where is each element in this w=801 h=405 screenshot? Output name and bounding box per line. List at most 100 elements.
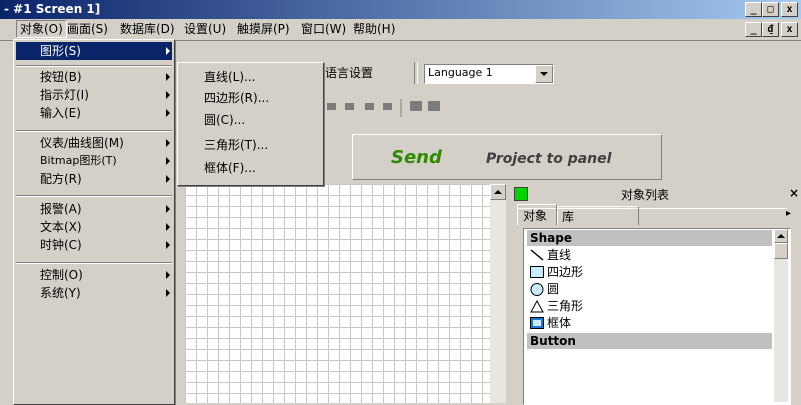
submenu-arrow-icon — [166, 47, 170, 55]
menu-separator — [16, 195, 172, 197]
shape-submenu: 直线(L)... 四边形(R)... 圆(C)... 三角形(T)... 框体(… — [177, 62, 324, 186]
menu-touchscreen[interactable]: 触摸屏(P) — [234, 21, 293, 37]
menu-item-label: 文本(X) — [40, 220, 82, 234]
send-label: Send — [391, 147, 442, 168]
list-item-rectangle[interactable]: 四边形 — [527, 264, 772, 280]
menu-item-label: 仪表/曲线图(M) — [40, 136, 124, 150]
submenu-item-label: 三角形(T)... — [204, 138, 269, 152]
list-scroll-thumb[interactable] — [774, 243, 788, 259]
title-bar: - #1 Screen 1] _ □ x — [0, 0, 801, 19]
menu-window[interactable]: 窗口(W) — [298, 21, 349, 37]
maximize-button[interactable]: □ — [762, 2, 779, 17]
tab-scroll-arrow-icon[interactable]: ▸ — [786, 208, 791, 219]
doc-close-button[interactable]: x — [781, 22, 798, 37]
list-item-frame[interactable]: 框体 — [527, 315, 772, 331]
language-select-value: Language 1 — [428, 66, 493, 79]
doc-minimize-button[interactable]: _ — [745, 22, 762, 37]
submenu-arrow-icon — [166, 289, 170, 297]
menu-object[interactable]: 对象(O) — [16, 20, 67, 38]
object-list-scrollbar[interactable] — [774, 229, 788, 402]
window-title: - #1 Screen 1] — [4, 2, 101, 16]
list-item-triangle[interactable]: 三角形 — [527, 298, 772, 314]
language-settings-label[interactable]: 语言设置 — [325, 64, 373, 82]
menu-item-label: Bitmap图形(T) — [40, 154, 117, 167]
list-item-label: 直线 — [547, 248, 572, 262]
send-to-panel-button[interactable]: Send Project to panel — [352, 134, 662, 180]
panel-title: 对象列表 — [621, 188, 670, 202]
submenu-item-circle[interactable]: 圆(C)... — [180, 111, 321, 129]
menu-item-label: 输入(E) — [40, 106, 81, 120]
screen-canvas[interactable] — [185, 184, 490, 403]
menu-separator — [16, 262, 172, 264]
send-subtitle: Project to panel — [486, 151, 612, 167]
list-item-line[interactable]: 直线 — [527, 247, 772, 263]
line-icon — [530, 249, 544, 261]
submenu-item-label: 圆(C)... — [204, 113, 246, 127]
menu-item-control[interactable]: 控制(O) — [16, 266, 172, 284]
menu-item-bitmap[interactable]: Bitmap图形(T) — [16, 152, 172, 170]
list-item-circle[interactable]: 圆 — [527, 281, 772, 297]
submenu-item-label: 四边形(R)... — [204, 91, 270, 105]
panel-close-button[interactable]: × — [789, 186, 799, 200]
scroll-up-button[interactable] — [490, 184, 506, 200]
menu-item-label: 报警(A) — [40, 202, 82, 216]
doc-restore-button[interactable]: ₫ — [762, 22, 779, 37]
menu-item-label: 控制(O) — [40, 268, 83, 282]
submenu-arrow-icon — [166, 73, 170, 81]
menu-screen[interactable]: 画面(S) — [64, 21, 111, 37]
align-top-icon — [383, 103, 392, 110]
close-button[interactable]: x — [781, 2, 798, 17]
submenu-arrow-icon — [166, 91, 170, 99]
toolbar-separator — [414, 62, 418, 84]
panel-status-indicator — [514, 187, 528, 201]
object-list: Shape 直线 四边形 圆 三角形 框体 Button — [523, 228, 791, 405]
section-label: Shape — [530, 231, 573, 245]
align-toolbar — [325, 97, 505, 122]
submenu-item-triangle[interactable]: 三角形(T)... — [180, 136, 321, 154]
menu-item-meter[interactable]: 仪表/曲线图(M) — [16, 134, 172, 152]
language-select[interactable]: Language 1 — [424, 64, 554, 84]
submenu-item-label: 直线(L)... — [204, 70, 256, 84]
menu-item-alarm[interactable]: 报警(A) — [16, 200, 172, 218]
submenu-arrow-icon — [166, 175, 170, 183]
menu-settings[interactable]: 设置(U) — [181, 21, 229, 37]
menu-item-indicator[interactable]: 指示灯(I) — [16, 86, 172, 104]
menu-item-clock[interactable]: 时钟(C) — [16, 236, 172, 254]
list-item-label: 四边形 — [547, 265, 584, 279]
menu-separator — [16, 130, 172, 132]
submenu-item-rectangle[interactable]: 四边形(R)... — [180, 89, 321, 107]
submenu-item-line[interactable]: 直线(L)... — [180, 68, 321, 86]
align-right-icon — [365, 103, 374, 110]
list-section-button: Button — [527, 333, 772, 349]
menu-item-input[interactable]: 输入(E) — [16, 104, 172, 122]
tab-library-label: 库 — [562, 210, 575, 224]
submenu-arrow-icon — [166, 223, 170, 231]
submenu-arrow-icon — [166, 139, 170, 147]
tab-objects[interactable]: 对象 — [517, 204, 557, 225]
menu-item-label: 按钮(B) — [40, 70, 82, 84]
canvas-vertical-scrollbar[interactable] — [490, 184, 506, 403]
menu-item-shape[interactable]: 图形(S) — [16, 42, 172, 60]
minimize-button[interactable]: _ — [745, 2, 762, 17]
chevron-down-icon[interactable] — [535, 65, 553, 83]
submenu-arrow-icon — [166, 109, 170, 117]
menu-database[interactable]: 数据库(D) — [117, 21, 178, 37]
menu-help[interactable]: 帮助(H) — [350, 21, 398, 37]
menu-item-label: 配方(R) — [40, 172, 82, 186]
object-list-panel: 对象列表 × 对象 库 ▸ Shape 直线 四边形 圆 三角形 框体 Butt… — [511, 184, 801, 405]
list-item-label: 框体 — [547, 316, 572, 330]
submenu-arrow-icon — [166, 157, 170, 165]
submenu-arrow-icon — [166, 271, 170, 279]
frame-icon — [530, 317, 544, 329]
list-item-label: 三角形 — [547, 299, 584, 313]
menu-item-system[interactable]: 系统(Y) — [16, 284, 172, 302]
distribute-h-icon — [410, 101, 422, 111]
tab-library[interactable]: 库 — [557, 206, 639, 225]
menu-item-text[interactable]: 文本(X) — [16, 218, 172, 236]
list-scroll-up-button[interactable] — [774, 229, 788, 243]
menu-item-button[interactable]: 按钮(B) — [16, 68, 172, 86]
align-center-icon — [345, 103, 354, 110]
submenu-item-frame[interactable]: 框体(F)... — [180, 159, 321, 177]
menu-item-recipe[interactable]: 配方(R) — [16, 170, 172, 188]
menu-item-label: 指示灯(I) — [40, 88, 89, 102]
